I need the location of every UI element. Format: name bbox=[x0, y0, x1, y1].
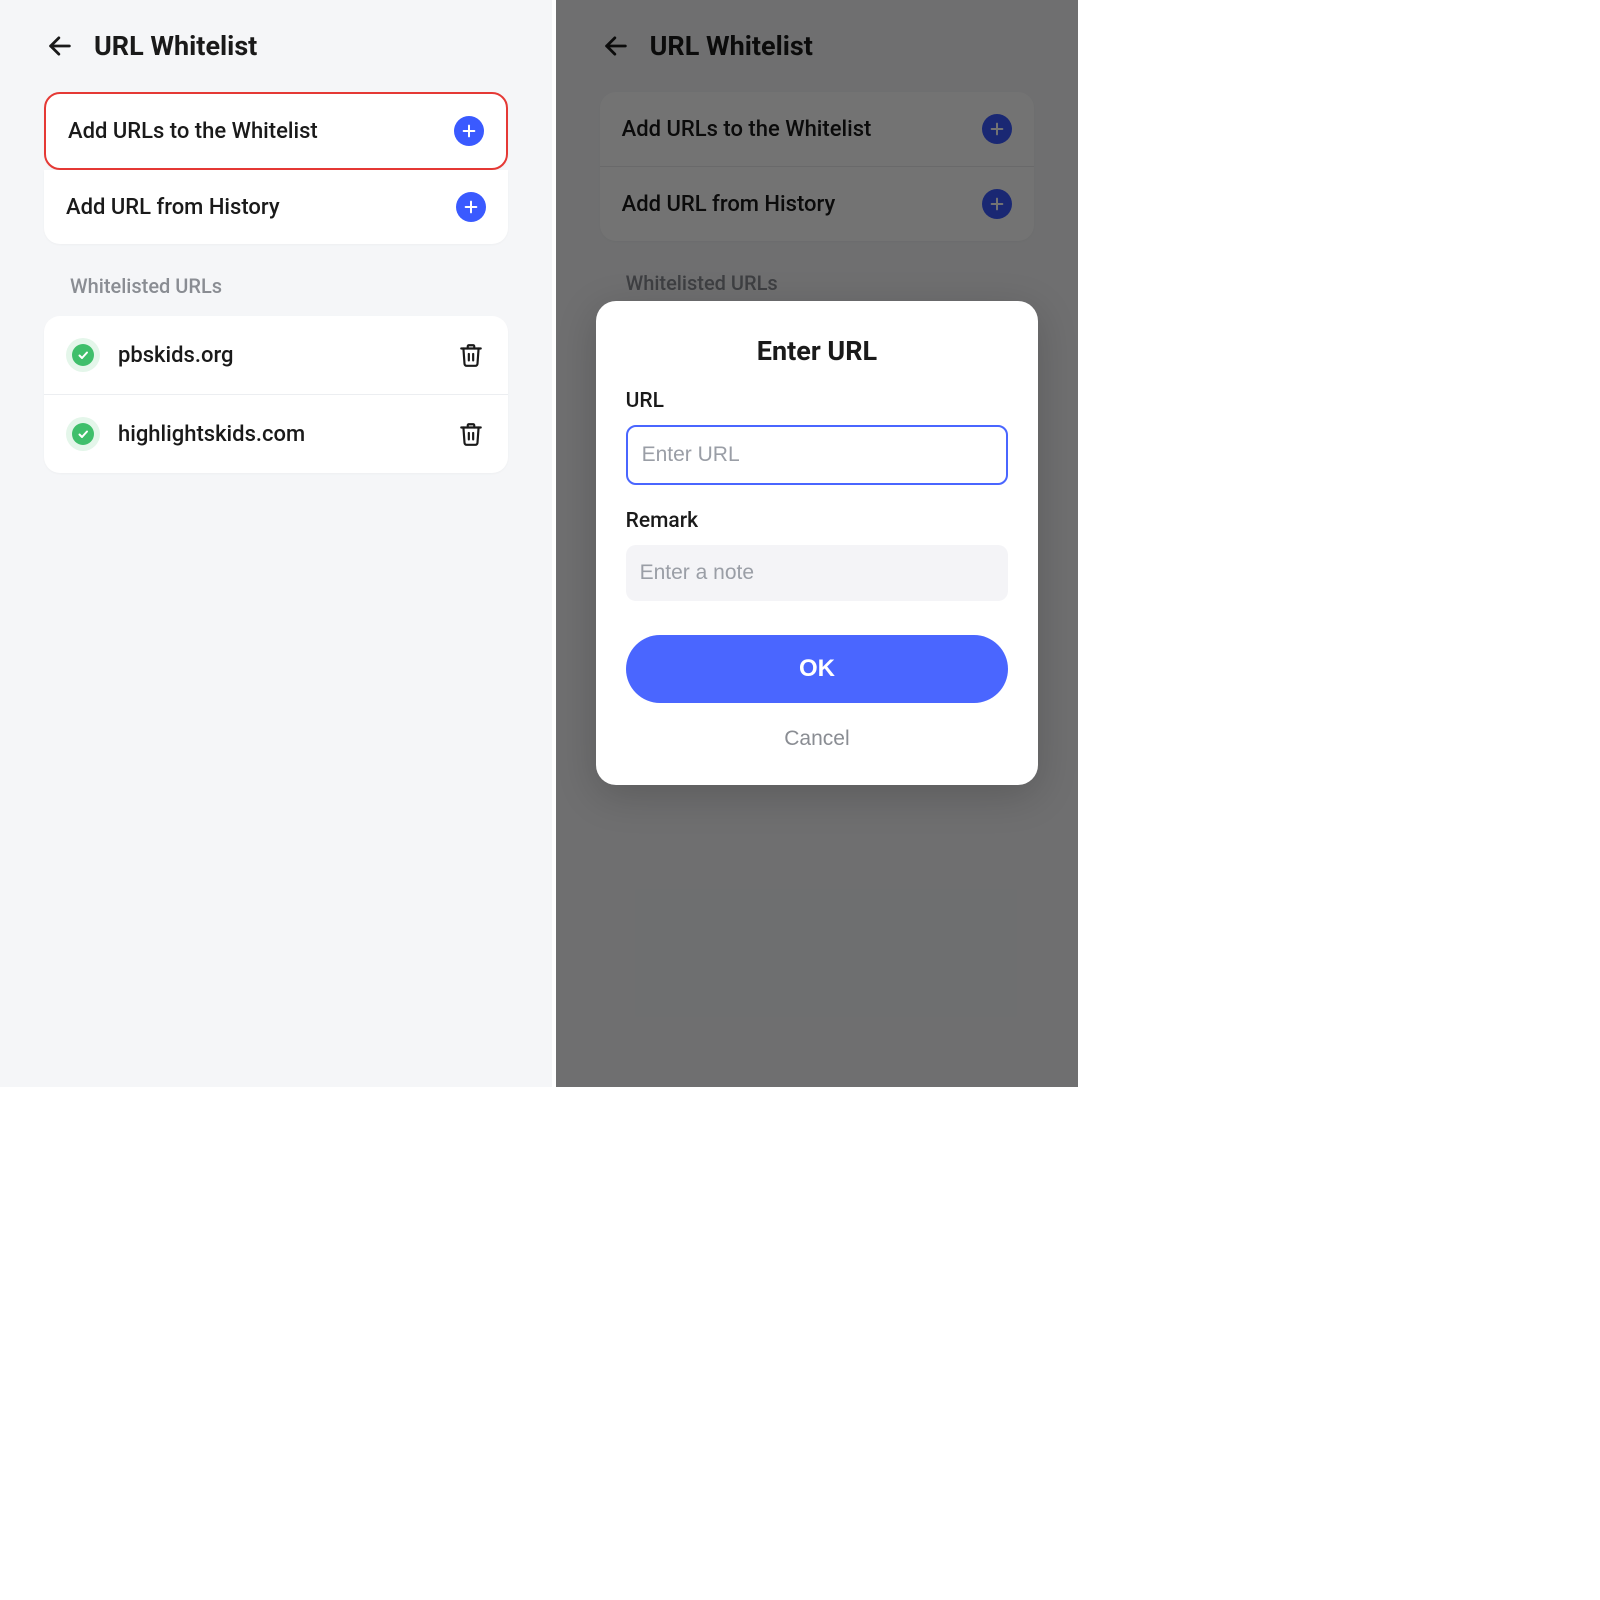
section-title: Whitelisted URLs bbox=[44, 274, 508, 298]
check-icon bbox=[77, 349, 89, 361]
add-urls-row[interactable]: Add URLs to the Whitelist bbox=[600, 92, 1035, 167]
header: URL Whitelist bbox=[0, 0, 552, 86]
remark-field-label: Remark bbox=[626, 509, 1009, 533]
check-badge bbox=[66, 417, 100, 451]
add-history-label: Add URL from History bbox=[66, 195, 280, 220]
arrow-left-icon bbox=[46, 32, 74, 60]
url-field-label: URL bbox=[626, 389, 1009, 413]
plus-icon bbox=[456, 192, 486, 222]
screen-left: URL Whitelist Add URLs to the Whitelist … bbox=[0, 0, 552, 1087]
whitelist-row: highlightskids.com bbox=[44, 395, 508, 473]
page-title: URL Whitelist bbox=[94, 30, 257, 62]
modal-title: Enter URL bbox=[626, 335, 1009, 367]
whitelist-card: pbskids.org highlightskids.com bbox=[44, 316, 508, 473]
screen-right: URL Whitelist Add URLs to the Whitelist … bbox=[556, 0, 1079, 1087]
plus-icon bbox=[982, 114, 1012, 144]
url-input[interactable] bbox=[626, 425, 1009, 485]
delete-button[interactable] bbox=[456, 419, 486, 449]
header: URL Whitelist bbox=[556, 0, 1079, 86]
enter-url-modal: Enter URL URL Remark OK Cancel bbox=[596, 301, 1039, 785]
back-button[interactable] bbox=[600, 30, 632, 62]
ok-button[interactable]: OK bbox=[626, 635, 1009, 703]
trash-icon bbox=[458, 421, 484, 447]
whitelist-url: highlightskids.com bbox=[118, 422, 438, 447]
whitelist-row: pbskids.org bbox=[44, 316, 508, 395]
remark-input[interactable] bbox=[626, 545, 1009, 601]
cancel-button[interactable]: Cancel bbox=[626, 727, 1009, 751]
arrow-left-icon bbox=[602, 32, 630, 60]
check-icon bbox=[77, 428, 89, 440]
add-history-row[interactable]: Add URL from History bbox=[44, 170, 508, 244]
plus-icon bbox=[982, 189, 1012, 219]
add-urls-label: Add URLs to the Whitelist bbox=[68, 119, 318, 144]
actions-card: Add URLs to the Whitelist Add URL from H… bbox=[600, 92, 1035, 241]
actions-card: Add URLs to the Whitelist bbox=[44, 92, 508, 170]
plus-icon bbox=[454, 116, 484, 146]
add-history-label: Add URL from History bbox=[622, 192, 836, 217]
add-history-row[interactable]: Add URL from History bbox=[600, 167, 1035, 241]
actions-card-2: Add URL from History bbox=[44, 170, 508, 244]
add-urls-row[interactable]: Add URLs to the Whitelist bbox=[46, 94, 506, 168]
back-button[interactable] bbox=[44, 30, 76, 62]
whitelist-url: pbskids.org bbox=[118, 343, 438, 368]
section-title: Whitelisted URLs bbox=[600, 271, 1035, 295]
trash-icon bbox=[458, 342, 484, 368]
add-urls-label: Add URLs to the Whitelist bbox=[622, 117, 872, 142]
delete-button[interactable] bbox=[456, 340, 486, 370]
check-badge bbox=[66, 338, 100, 372]
trailing-whitespace bbox=[1078, 0, 1600, 1600]
page-title: URL Whitelist bbox=[650, 30, 813, 62]
